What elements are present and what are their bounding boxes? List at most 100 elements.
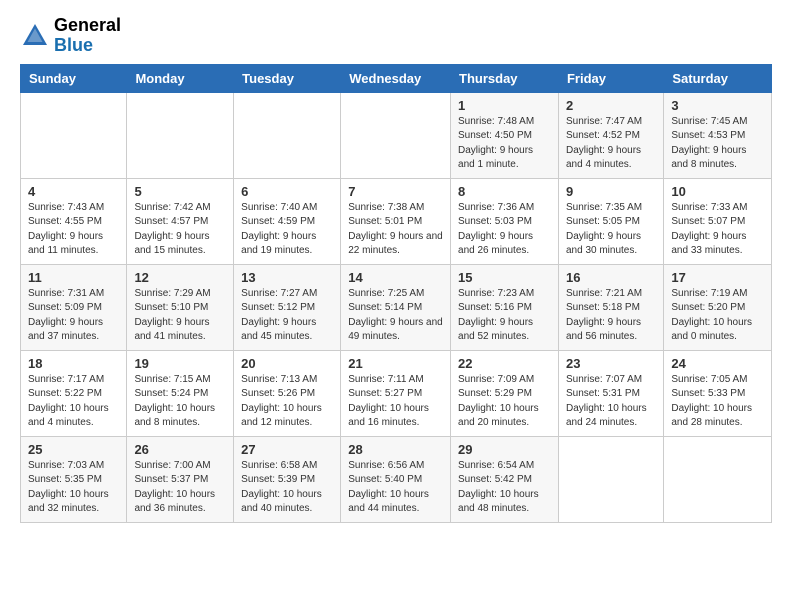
week-row-3: 11 Sunrise: 7:31 AM Sunset: 5:09 PM Dayli… [21, 264, 772, 350]
page-header: General Blue [20, 16, 772, 56]
day-number: 27 [241, 442, 333, 457]
calendar-cell: 19 Sunrise: 7:15 AM Sunset: 5:24 PM Dayli… [127, 350, 234, 436]
calendar-cell: 27 Sunrise: 6:58 AM Sunset: 5:39 PM Dayli… [234, 436, 341, 522]
calendar-cell: 25 Sunrise: 7:03 AM Sunset: 5:35 PM Dayli… [21, 436, 127, 522]
day-number: 8 [458, 184, 551, 199]
day-detail: Sunrise: 7:38 AM Sunset: 5:01 PM Dayligh… [348, 201, 443, 259]
day-detail: Sunrise: 7:29 AM Sunset: 5:10 PM Dayligh… [134, 287, 226, 345]
day-number: 1 [458, 98, 551, 113]
day-number: 19 [134, 356, 226, 371]
calendar-cell: 20 Sunrise: 7:13 AM Sunset: 5:26 PM Dayli… [234, 350, 341, 436]
day-detail: Sunrise: 7:03 AM Sunset: 5:35 PM Dayligh… [28, 459, 119, 517]
day-detail: Sunrise: 7:15 AM Sunset: 5:24 PM Dayligh… [134, 373, 226, 431]
day-detail: Sunrise: 7:31 AM Sunset: 5:09 PM Dayligh… [28, 287, 119, 345]
day-header-friday: Friday [558, 64, 663, 92]
day-detail: Sunrise: 6:56 AM Sunset: 5:40 PM Dayligh… [348, 459, 443, 517]
day-number: 21 [348, 356, 443, 371]
day-number: 22 [458, 356, 551, 371]
day-header-tuesday: Tuesday [234, 64, 341, 92]
day-number: 11 [28, 270, 119, 285]
day-number: 26 [134, 442, 226, 457]
calendar-cell: 12Sunrise: 7:29 AM Sunset: 5:10 PM Dayli… [127, 264, 234, 350]
calendar-cell: 4Sunrise: 7:43 AM Sunset: 4:55 PM Daylig… [21, 178, 127, 264]
week-row-4: 18 Sunrise: 7:17 AM Sunset: 5:22 PM Dayli… [21, 350, 772, 436]
day-number: 16 [566, 270, 656, 285]
day-number: 15 [458, 270, 551, 285]
day-detail: Sunrise: 6:58 AM Sunset: 5:39 PM Dayligh… [241, 459, 333, 517]
day-detail: Sunrise: 7:25 AM Sunset: 5:14 PM Dayligh… [348, 287, 443, 345]
calendar-cell [21, 92, 127, 178]
day-number: 7 [348, 184, 443, 199]
day-detail: Sunrise: 7:48 AM Sunset: 4:50 PM Dayligh… [458, 115, 551, 173]
calendar-cell: 26 Sunrise: 7:00 AM Sunset: 5:37 PM Dayli… [127, 436, 234, 522]
calendar-cell: 17Sunrise: 7:19 AM Sunset: 5:20 PM Dayli… [664, 264, 772, 350]
day-detail: Sunrise: 7:19 AM Sunset: 5:20 PM Dayligh… [671, 287, 764, 345]
calendar-cell: 3 Sunrise: 7:45 AM Sunset: 4:53 PM Daylig… [664, 92, 772, 178]
day-detail: Sunrise: 7:00 AM Sunset: 5:37 PM Dayligh… [134, 459, 226, 517]
day-detail: Sunrise: 6:54 AM Sunset: 5:42 PM Dayligh… [458, 459, 551, 517]
calendar-cell: 14Sunrise: 7:25 AM Sunset: 5:14 PM Dayli… [341, 264, 451, 350]
day-number: 9 [566, 184, 656, 199]
calendar-cell: 13 Sunrise: 7:27 AM Sunset: 5:12 PM Dayli… [234, 264, 341, 350]
day-number: 20 [241, 356, 333, 371]
day-detail: Sunrise: 7:40 AM Sunset: 4:59 PM Dayligh… [241, 201, 333, 259]
day-number: 13 [241, 270, 333, 285]
calendar-header-row: SundayMondayTuesdayWednesdayThursdayFrid… [21, 64, 772, 92]
calendar-cell: 24 Sunrise: 7:05 AM Sunset: 5:33 PM Dayli… [664, 350, 772, 436]
day-detail: Sunrise: 7:36 AM Sunset: 5:03 PM Dayligh… [458, 201, 551, 259]
calendar-cell: 28 Sunrise: 6:56 AM Sunset: 5:40 PM Dayli… [341, 436, 451, 522]
day-number: 25 [28, 442, 119, 457]
day-number: 6 [241, 184, 333, 199]
day-number: 3 [671, 98, 764, 113]
calendar-cell: 2 Sunrise: 7:47 AM Sunset: 4:52 PM Daylig… [558, 92, 663, 178]
day-header-sunday: Sunday [21, 64, 127, 92]
week-row-1: 1 Sunrise: 7:48 AM Sunset: 4:50 PM Daylig… [21, 92, 772, 178]
day-number: 24 [671, 356, 764, 371]
calendar-cell: 22Sunrise: 7:09 AM Sunset: 5:29 PM Dayli… [451, 350, 559, 436]
day-number: 4 [28, 184, 119, 199]
day-detail: Sunrise: 7:21 AM Sunset: 5:18 PM Dayligh… [566, 287, 656, 345]
day-detail: Sunrise: 7:33 AM Sunset: 5:07 PM Dayligh… [671, 201, 764, 259]
calendar-cell: 7 Sunrise: 7:38 AM Sunset: 5:01 PM Daylig… [341, 178, 451, 264]
calendar-cell: 5Sunrise: 7:42 AM Sunset: 4:57 PM Daylig… [127, 178, 234, 264]
calendar-cell: 23 Sunrise: 7:07 AM Sunset: 5:31 PM Dayli… [558, 350, 663, 436]
day-detail: Sunrise: 7:23 AM Sunset: 5:16 PM Dayligh… [458, 287, 551, 345]
calendar-cell: 11 Sunrise: 7:31 AM Sunset: 5:09 PM Dayli… [21, 264, 127, 350]
day-number: 2 [566, 98, 656, 113]
week-row-2: 4Sunrise: 7:43 AM Sunset: 4:55 PM Daylig… [21, 178, 772, 264]
logo-icon [20, 21, 50, 51]
day-number: 18 [28, 356, 119, 371]
day-header-wednesday: Wednesday [341, 64, 451, 92]
calendar-cell: 21 Sunrise: 7:11 AM Sunset: 5:27 PM Dayli… [341, 350, 451, 436]
calendar-cell: 10 Sunrise: 7:33 AM Sunset: 5:07 PM Dayli… [664, 178, 772, 264]
calendar-cell: 18 Sunrise: 7:17 AM Sunset: 5:22 PM Dayli… [21, 350, 127, 436]
week-row-5: 25 Sunrise: 7:03 AM Sunset: 5:35 PM Dayli… [21, 436, 772, 522]
day-detail: Sunrise: 7:45 AM Sunset: 4:53 PM Dayligh… [671, 115, 764, 173]
calendar-cell [558, 436, 663, 522]
day-number: 10 [671, 184, 764, 199]
day-detail: Sunrise: 7:05 AM Sunset: 5:33 PM Dayligh… [671, 373, 764, 431]
day-header-saturday: Saturday [664, 64, 772, 92]
day-number: 23 [566, 356, 656, 371]
day-header-thursday: Thursday [451, 64, 559, 92]
calendar-cell: 29Sunrise: 6:54 AM Sunset: 5:42 PM Dayli… [451, 436, 559, 522]
day-detail: Sunrise: 7:07 AM Sunset: 5:31 PM Dayligh… [566, 373, 656, 431]
calendar-cell [664, 436, 772, 522]
calendar-cell: 6 Sunrise: 7:40 AM Sunset: 4:59 PM Daylig… [234, 178, 341, 264]
day-detail: Sunrise: 7:27 AM Sunset: 5:12 PM Dayligh… [241, 287, 333, 345]
calendar-cell [127, 92, 234, 178]
calendar-cell: 8 Sunrise: 7:36 AM Sunset: 5:03 PM Daylig… [451, 178, 559, 264]
day-detail: Sunrise: 7:17 AM Sunset: 5:22 PM Dayligh… [28, 373, 119, 431]
calendar-cell: 9 Sunrise: 7:35 AM Sunset: 5:05 PM Daylig… [558, 178, 663, 264]
logo-text: General Blue [54, 16, 121, 56]
day-detail: Sunrise: 7:47 AM Sunset: 4:52 PM Dayligh… [566, 115, 656, 173]
day-detail: Sunrise: 7:13 AM Sunset: 5:26 PM Dayligh… [241, 373, 333, 431]
day-number: 28 [348, 442, 443, 457]
calendar-cell [341, 92, 451, 178]
calendar-cell [234, 92, 341, 178]
day-detail: Sunrise: 7:11 AM Sunset: 5:27 PM Dayligh… [348, 373, 443, 431]
day-number: 5 [134, 184, 226, 199]
calendar-table: SundayMondayTuesdayWednesdayThursdayFrid… [20, 64, 772, 523]
day-detail: Sunrise: 7:35 AM Sunset: 5:05 PM Dayligh… [566, 201, 656, 259]
calendar-cell: 15 Sunrise: 7:23 AM Sunset: 5:16 PM Dayli… [451, 264, 559, 350]
